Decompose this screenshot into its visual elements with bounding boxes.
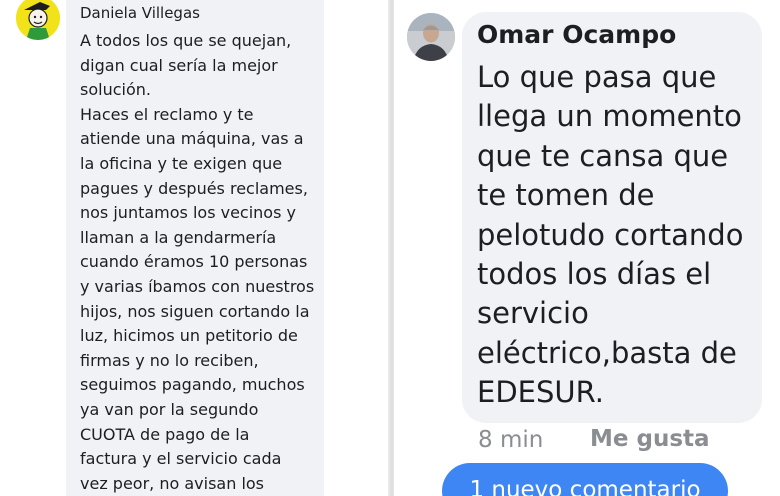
new-comments-button[interactable]: 1 nuevo comentario [442,463,728,496]
comment-line: digan cual sería la mejor [80,55,278,75]
comment-text: A todos los que se quejan, digan cual se… [80,29,320,496]
comment-line: CUOTA de pago de la [80,424,250,444]
avatar-image [16,0,60,40]
avatar[interactable] [16,0,60,40]
comment-line: la oficina y te exigen que [80,153,283,173]
comment-line: y varias íbamos con nuestros [80,276,315,296]
comment-line: Lo que pasa que [477,60,717,94]
comment-line: servicio [477,296,589,331]
comment-author-name[interactable]: Daniela Villegas [80,4,200,22]
comment-line: pagues y después reclames, [80,178,308,198]
comment-line: luz, hicimos un petitorio de [80,326,298,346]
comment-timestamp[interactable]: 8 min [478,427,543,453]
comment-line: ya van por la segundo [80,399,259,419]
comment-line: nos juntamos los vecinos y [80,203,296,223]
comment-line: Haces el reclamo y te [80,104,254,124]
comment-line: seguimos pagando, muchos [80,375,305,395]
comment-line: factura y el servicio cada [80,449,282,469]
like-button[interactable]: Me gusta [590,426,710,452]
comment-line: todos los días el [477,257,712,292]
comment-text: Lo que pasa que llega un momento que te … [477,58,762,413]
comment-line: A todos los que se quejan, [80,31,292,50]
comment-line: solución. [80,80,151,100]
comment-line: hijos, nos siguen cortando la [80,301,310,321]
comment-line: EDESUR. [477,375,604,410]
comment-author-name[interactable]: Omar Ocampo [477,20,676,49]
right-comment-panel: Omar Ocampo Lo que pasa que llega un mom… [394,0,780,496]
comment-line: llega un momento [477,99,742,134]
comment-line: firmas y no lo reciben, [80,350,259,370]
comment-line: cuando éramos 10 personas [80,252,308,272]
avatar-image [407,13,455,61]
comment-line: vez peor, no avisan los [80,473,265,493]
left-comment-panel: Daniela Villegas A todos los que se quej… [0,0,392,496]
comment-line: pelotudo cortando [477,217,744,252]
comment-line: te tomen de [477,178,655,213]
comment-line: llaman a la gendarmería [80,227,277,247]
comment-line: que te cansa que [477,138,729,173]
avatar[interactable] [407,13,455,61]
comment-line: atiende una máquina, vas a [80,129,304,149]
comment-line: eléctrico,basta de [477,335,737,370]
